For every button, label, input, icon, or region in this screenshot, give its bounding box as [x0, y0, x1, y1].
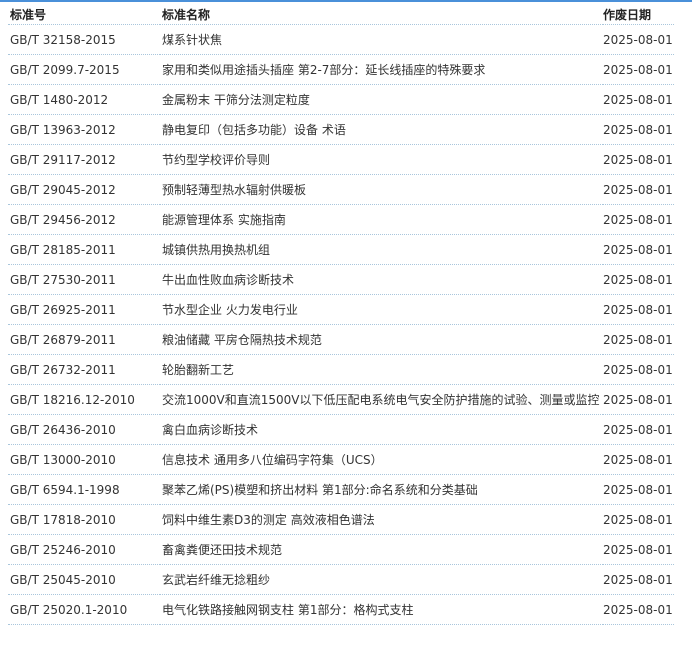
table-row[interactable]: GB/T 29456-2012 能源管理体系 实施指南 2025-08-01: [8, 204, 674, 235]
obsolete-date-cell: 2025-08-01: [603, 234, 674, 265]
standard-name-cell[interactable]: 牛出血性败血病诊断技术: [160, 264, 603, 295]
standard-name-cell[interactable]: 禽白血病诊断技术: [160, 414, 603, 445]
standard-code-cell[interactable]: GB/T 25246-2010: [8, 534, 160, 565]
obsolete-date-cell: 2025-08-01: [603, 594, 674, 625]
table-row[interactable]: GB/T 28185-2011 城镇供热用换热机组 2025-08-01: [8, 234, 674, 265]
standard-name-cell[interactable]: 聚苯乙烯(PS)模塑和挤出材料 第1部分:命名系统和分类基础: [160, 474, 603, 505]
table-row[interactable]: GB/T 18216.12-2010 交流1000V和直流1500V以下低压配电系…: [8, 384, 674, 415]
table-row[interactable]: GB/T 26732-2011 轮胎翻新工艺 2025-08-01: [8, 354, 674, 385]
standard-name-cell[interactable]: 粮油储藏 平房仓隔热技术规范: [160, 324, 603, 355]
table-row[interactable]: GB/T 2099.7-2015 家用和类似用途插头插座 第2-7部分：延长线插座…: [8, 54, 674, 85]
obsolete-date-cell: 2025-08-01: [603, 24, 674, 55]
standard-name-cell[interactable]: 交流1000V和直流1500V以下低压配电系统电气安全防护措施的试验、测量或监控: [160, 384, 603, 415]
table-row[interactable]: GB/T 1480-2012 金属粉末 干筛分法测定粒度 2025-08-01: [8, 84, 674, 115]
standard-name-cell[interactable]: 预制轻薄型热水辐射供暖板: [160, 174, 603, 205]
table-row[interactable]: GB/T 26879-2011 粮油储藏 平房仓隔热技术规范 2025-08-01: [8, 324, 674, 355]
standard-name-cell[interactable]: 电气化铁路接触网钢支柱 第1部分：格构式支柱: [160, 594, 603, 625]
header-row: 标准号 标准名称 作废日期: [8, 4, 674, 25]
table-row[interactable]: GB/T 25246-2010 畜禽粪便还田技术规范 2025-08-01: [8, 534, 674, 565]
standard-name-cell[interactable]: 能源管理体系 实施指南: [160, 204, 603, 235]
obsolete-date-cell: 2025-08-01: [603, 54, 674, 85]
top-accent-bar: [0, 0, 692, 2]
standard-name-cell[interactable]: 节约型学校评价导则: [160, 144, 603, 175]
obsolete-date-cell: 2025-08-01: [603, 444, 674, 475]
standard-name-cell[interactable]: 静电复印（包括多功能）设备 术语: [160, 114, 603, 145]
standard-code-cell[interactable]: GB/T 29117-2012: [8, 144, 160, 175]
standard-name-cell[interactable]: 节水型企业 火力发电行业: [160, 294, 603, 325]
standard-code-cell[interactable]: GB/T 26732-2011: [8, 354, 160, 385]
standard-code-cell[interactable]: GB/T 27530-2011: [8, 264, 160, 295]
standard-name-cell[interactable]: 城镇供热用换热机组: [160, 234, 603, 265]
obsolete-date-cell: 2025-08-01: [603, 204, 674, 235]
table-row[interactable]: GB/T 26436-2010 禽白血病诊断技术 2025-08-01: [8, 414, 674, 445]
obsolete-date-cell: 2025-08-01: [603, 534, 674, 565]
obsolete-standards-table: 标准号 标准名称 作废日期 GB/T 32158-2015 煤系针状焦 2025-0…: [8, 4, 674, 625]
table-row[interactable]: GB/T 29117-2012 节约型学校评价导则 2025-08-01: [8, 144, 674, 175]
standard-name-cell[interactable]: 玄武岩纤维无捻粗纱: [160, 564, 603, 595]
standard-name-cell[interactable]: 煤系针状焦: [160, 24, 603, 55]
standard-name-cell[interactable]: 畜禽粪便还田技术规范: [160, 534, 603, 565]
table-row[interactable]: GB/T 25045-2010 玄武岩纤维无捻粗纱 2025-08-01: [8, 564, 674, 595]
standard-code-cell[interactable]: GB/T 26436-2010: [8, 414, 160, 445]
standard-code-cell[interactable]: GB/T 1480-2012: [8, 84, 160, 115]
table-header: 标准号 标准名称 作废日期: [8, 4, 674, 25]
obsolete-date-cell: 2025-08-01: [603, 324, 674, 355]
standard-name-cell[interactable]: 轮胎翻新工艺: [160, 354, 603, 385]
standard-code-cell[interactable]: GB/T 32158-2015: [8, 24, 160, 55]
standard-code-cell[interactable]: GB/T 6594.1-1998: [8, 474, 160, 505]
table-row[interactable]: GB/T 29045-2012 预制轻薄型热水辐射供暖板 2025-08-01: [8, 174, 674, 205]
table-row[interactable]: GB/T 26925-2011 节水型企业 火力发电行业 2025-08-01: [8, 294, 674, 325]
table-row[interactable]: GB/T 13963-2012 静电复印（包括多功能）设备 术语 2025-08-0…: [8, 114, 674, 145]
standard-code-cell[interactable]: GB/T 13963-2012: [8, 114, 160, 145]
standard-name-cell[interactable]: 饲料中维生素D3的测定 高效液相色谱法: [160, 504, 603, 535]
header-obsolete-date: 作废日期: [603, 4, 674, 25]
table-row[interactable]: GB/T 32158-2015 煤系针状焦 2025-08-01: [8, 24, 674, 55]
standard-name-cell[interactable]: 信息技术 通用多八位编码字符集（UCS）: [160, 444, 603, 475]
obsolete-date-cell: 2025-08-01: [603, 474, 674, 505]
standard-code-cell[interactable]: GB/T 18216.12-2010: [8, 384, 160, 415]
standard-code-cell[interactable]: GB/T 13000-2010: [8, 444, 160, 475]
obsolete-date-cell: 2025-08-01: [603, 564, 674, 595]
table-row[interactable]: GB/T 25020.1-2010 电气化铁路接触网钢支柱 第1部分：格构式支柱 2…: [8, 594, 674, 625]
table-row[interactable]: GB/T 13000-2010 信息技术 通用多八位编码字符集（UCS） 2025-…: [8, 444, 674, 475]
standard-code-cell[interactable]: GB/T 26879-2011: [8, 324, 160, 355]
standard-name-cell[interactable]: 家用和类似用途插头插座 第2-7部分：延长线插座的特殊要求: [160, 54, 603, 85]
standard-name-cell[interactable]: 金属粉末 干筛分法测定粒度: [160, 84, 603, 115]
standard-code-cell[interactable]: GB/T 26925-2011: [8, 294, 160, 325]
obsolete-date-cell: 2025-08-01: [603, 354, 674, 385]
table-row[interactable]: GB/T 27530-2011 牛出血性败血病诊断技术 2025-08-01: [8, 264, 674, 295]
obsolete-date-cell: 2025-08-01: [603, 294, 674, 325]
standard-code-cell[interactable]: GB/T 29045-2012: [8, 174, 160, 205]
obsolete-date-cell: 2025-08-01: [603, 174, 674, 205]
standards-table-container: 标准号 标准名称 作废日期 GB/T 32158-2015 煤系针状焦 2025-0…: [8, 4, 674, 625]
standard-code-cell[interactable]: GB/T 17818-2010: [8, 504, 160, 535]
standard-code-cell[interactable]: GB/T 25020.1-2010: [8, 594, 160, 625]
standard-code-cell[interactable]: GB/T 28185-2011: [8, 234, 160, 265]
obsolete-date-cell: 2025-08-01: [603, 264, 674, 295]
obsolete-date-cell: 2025-08-01: [603, 504, 674, 535]
obsolete-date-cell: 2025-08-01: [603, 114, 674, 145]
standard-code-cell[interactable]: GB/T 25045-2010: [8, 564, 160, 595]
header-standard-name: 标准名称: [160, 4, 603, 25]
table-body: GB/T 32158-2015 煤系针状焦 2025-08-01 GB/T 2099.…: [8, 24, 674, 625]
obsolete-date-cell: 2025-08-01: [603, 414, 674, 445]
obsolete-date-cell: 2025-08-01: [603, 384, 674, 415]
table-row[interactable]: GB/T 17818-2010 饲料中维生素D3的测定 高效液相色谱法 2025-0…: [8, 504, 674, 535]
header-standard-code: 标准号: [8, 4, 160, 25]
standard-code-cell[interactable]: GB/T 29456-2012: [8, 204, 160, 235]
obsolete-date-cell: 2025-08-01: [603, 84, 674, 115]
table-row[interactable]: GB/T 6594.1-1998 聚苯乙烯(PS)模塑和挤出材料 第1部分:命名系…: [8, 474, 674, 505]
obsolete-date-cell: 2025-08-01: [603, 144, 674, 175]
standard-code-cell[interactable]: GB/T 2099.7-2015: [8, 54, 160, 85]
